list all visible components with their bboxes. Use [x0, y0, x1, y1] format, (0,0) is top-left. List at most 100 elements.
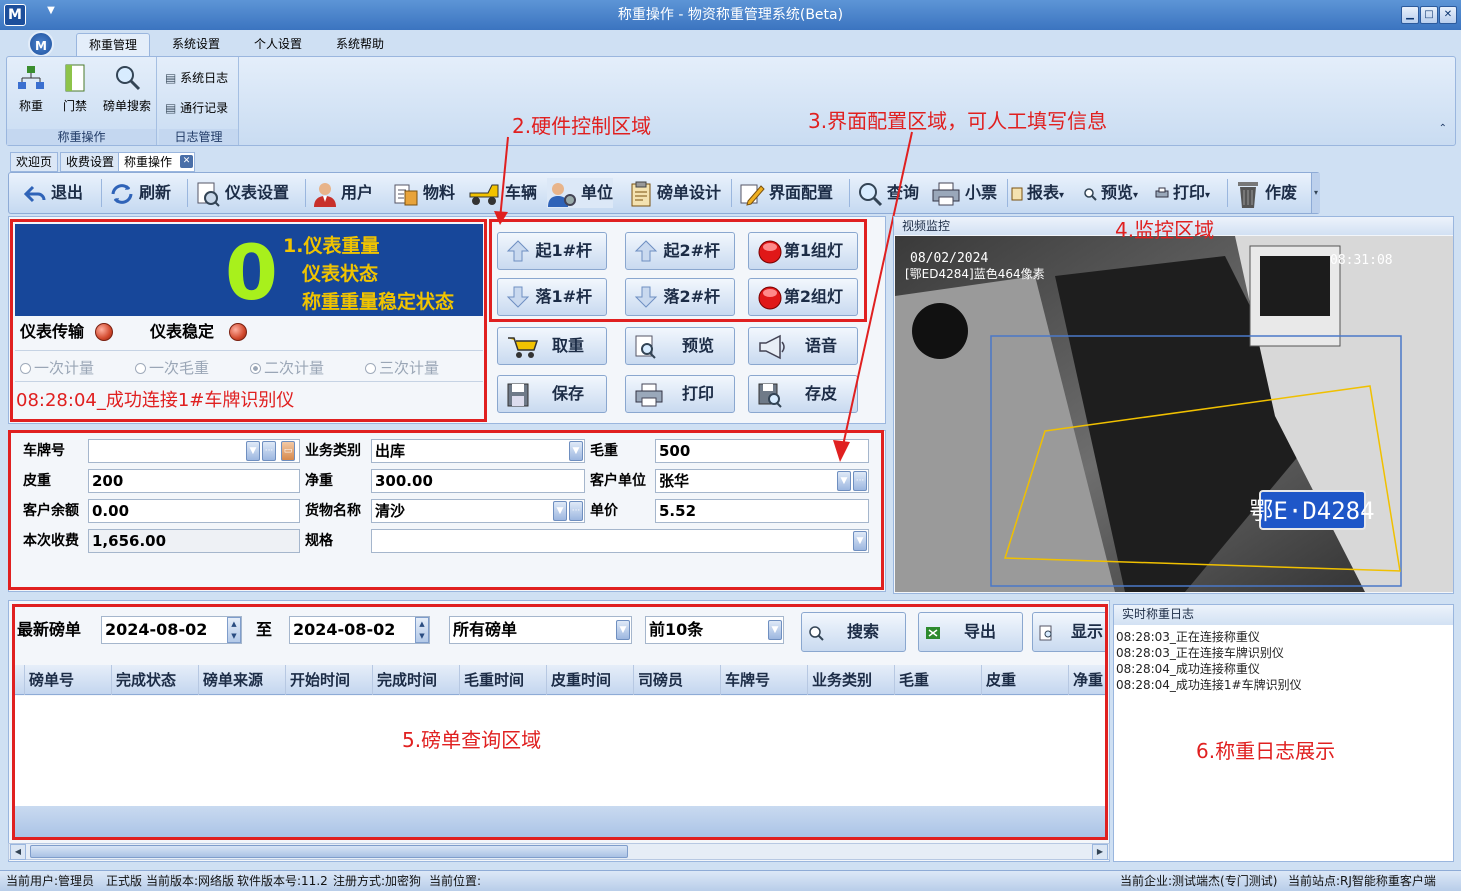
main-toolbar: 退出 刷新 仪表设置 用户 物料 车辆 单位 磅单设计 界面配置 查询 小票 报…: [8, 172, 1320, 214]
toolbar-material-button[interactable]: 物料: [393, 178, 455, 208]
col-operator[interactable]: 司磅员: [633, 665, 720, 695]
save-button[interactable]: 保存: [497, 375, 607, 413]
search-button[interactable]: 搜索: [801, 612, 906, 652]
ribbon-tab-system-help[interactable]: 系统帮助: [324, 33, 396, 57]
mode-once-gross[interactable]: 一次毛重: [135, 357, 209, 378]
date-from-input[interactable]: 2024-08-02: [101, 616, 242, 644]
close-button[interactable]: ✕: [1439, 6, 1457, 24]
col-business-type[interactable]: 业务类别: [807, 665, 894, 695]
goods-more-icon[interactable]: ···: [569, 501, 583, 521]
minimize-button[interactable]: ▁: [1401, 6, 1419, 24]
status-bar: 当前用户:管理员 正式版 当前版本:网络版 软件版本号:11.2 注册方式:加密…: [0, 870, 1461, 891]
plate-more-icon[interactable]: ···: [262, 441, 276, 461]
mode-twice[interactable]: 二次计量: [250, 357, 324, 378]
tab-close-icon[interactable]: ✕: [180, 155, 193, 168]
col-tare-time[interactable]: 皮重时间: [546, 665, 633, 695]
business-type-select[interactable]: 出库: [371, 439, 585, 463]
ticket-filter-dropdown-icon[interactable]: ▼: [616, 620, 630, 640]
goods-dropdown-icon[interactable]: ▼: [553, 501, 567, 521]
business-type-dropdown-icon[interactable]: ▼: [569, 441, 583, 461]
window-title: 称重操作 - 物资称重管理系统(Beta): [617, 7, 844, 23]
app-icon[interactable]: M: [4, 4, 26, 26]
excel-icon: [926, 627, 940, 639]
hardware-annotation-arrow-icon: [494, 136, 509, 225]
toolbar-report-button[interactable]: 报表▾: [1011, 178, 1064, 208]
spec-select[interactable]: [371, 529, 869, 553]
export-button[interactable]: 导出: [918, 612, 1023, 652]
col-gross[interactable]: 毛重: [894, 665, 981, 695]
ribbon-collapse-icon[interactable]: ⌃: [1439, 123, 1447, 134]
toolbar-print-button[interactable]: 打印▾: [1155, 178, 1210, 208]
ribbon-weigh-button[interactable]: 称重: [9, 61, 53, 119]
toolbar-overflow-icon[interactable]: ▾: [1311, 173, 1320, 213]
col-ticket-no[interactable]: 磅单号: [24, 665, 111, 695]
mode-thrice[interactable]: 三次计量: [365, 357, 439, 378]
preview-button[interactable]: 预览: [625, 327, 735, 365]
tare-weight-input[interactable]: 200: [88, 469, 300, 493]
raise-gate-1-button[interactable]: 起1#杆: [497, 232, 607, 270]
maximize-button[interactable]: □: [1420, 6, 1438, 24]
application-menu-orb[interactable]: M: [28, 31, 54, 57]
save-label: 保存: [551, 384, 584, 403]
ribbon-ticket-search-button[interactable]: 磅单搜索: [99, 61, 155, 119]
toolbar-user-button[interactable]: 用户: [313, 178, 373, 208]
col-plate[interactable]: 车牌号: [720, 665, 807, 695]
take-weight-button[interactable]: 取重: [497, 327, 607, 365]
col-finish-time[interactable]: 完成时间: [372, 665, 459, 695]
mode-once[interactable]: 一次计量: [20, 357, 94, 378]
toolbar-void-button[interactable]: 作废: [1235, 178, 1297, 208]
doc-tab-welcome[interactable]: 欢迎页: [10, 152, 59, 172]
net-weight-input[interactable]: 300.00: [371, 469, 585, 493]
access-record-item[interactable]: ▤ 通行记录: [165, 97, 228, 119]
show-button[interactable]: 显示: [1032, 612, 1108, 652]
toolbar-separator: [101, 179, 102, 207]
col-tare[interactable]: 皮重: [981, 665, 1068, 695]
meter-stable-label: 仪表稳定: [150, 322, 215, 341]
toolbar-preview-button[interactable]: 预览▾: [1083, 178, 1138, 208]
col-start-time[interactable]: 开始时间: [285, 665, 372, 695]
customer-more-icon[interactable]: ···: [853, 471, 867, 491]
scroll-right-icon[interactable]: ▶: [1092, 844, 1108, 860]
lower-gate-2-button[interactable]: 落2#杆: [625, 278, 735, 316]
system-log-item[interactable]: ▤ 系统日志: [165, 67, 228, 89]
ticket-filter-select[interactable]: 所有磅单: [449, 616, 632, 644]
toolbar-meter-settings-button[interactable]: 仪表设置: [195, 178, 289, 208]
count-filter-select[interactable]: 前10条: [645, 616, 784, 644]
toolbar-unit-button[interactable]: 单位: [547, 178, 614, 208]
toolbar-refresh-button[interactable]: 刷新: [109, 178, 171, 208]
ribbon-tab-weigh-management[interactable]: 称重管理: [76, 33, 151, 57]
doc-tab-fee-settings[interactable]: 收费设置: [60, 152, 121, 172]
col-source[interactable]: 磅单来源: [198, 665, 285, 695]
customer-balance-input[interactable]: 0.00: [88, 499, 300, 523]
col-gross-time[interactable]: 毛重时间: [459, 665, 546, 695]
quick-access-dropdown-icon[interactable]: ▼: [40, 5, 62, 23]
plate-camera-icon[interactable]: ▭: [281, 441, 295, 461]
print-button[interactable]: 打印: [625, 375, 735, 413]
toolbar-ui-config-button[interactable]: 界面配置: [739, 178, 833, 208]
col-net[interactable]: 净重: [1068, 665, 1106, 695]
toolbar-receipt-button[interactable]: 小票: [931, 178, 997, 208]
col-status[interactable]: 完成状态: [111, 665, 198, 695]
date-to-spinner-icon[interactable]: ▲ ▼: [415, 617, 429, 643]
toolbar-exit-button[interactable]: 退出: [23, 178, 83, 208]
ribbon-gate-button[interactable]: 门禁: [53, 61, 97, 119]
ribbon-tab-personal-settings[interactable]: 个人设置: [242, 33, 314, 57]
scroll-left-icon[interactable]: ◀: [10, 844, 26, 860]
current-fee-input[interactable]: 1,656.00: [88, 529, 300, 553]
latest-tickets-label: 最新磅单: [17, 620, 82, 639]
date-from-spinner-icon[interactable]: ▲ ▼: [227, 617, 241, 643]
scrollbar-thumb[interactable]: [30, 845, 628, 858]
toolbar-user-label: 用户: [341, 183, 374, 202]
customer-dropdown-icon[interactable]: ▼: [837, 471, 851, 491]
ribbon-panel: 称重 门禁 磅单搜索 称重操作 ▤ 系统日志 ▤ 通行记录 日志管理 ⌃: [6, 56, 1456, 146]
raise-gate-2-button[interactable]: 起2#杆: [625, 232, 735, 270]
plate-dropdown-icon[interactable]: ▼: [246, 441, 260, 461]
ribbon-tab-system-settings[interactable]: 系统设置: [160, 33, 232, 57]
lower-gate-1-button[interactable]: 落1#杆: [497, 278, 607, 316]
toolbar-ticket-design-button[interactable]: 磅单设计: [629, 178, 721, 208]
spec-dropdown-icon[interactable]: ▼: [853, 531, 867, 551]
count-filter-dropdown-icon[interactable]: ▼: [768, 620, 782, 640]
date-to-input[interactable]: 2024-08-02: [289, 616, 430, 644]
unit-price-input[interactable]: 5.52: [655, 499, 869, 523]
toolbar-print-label: 打印: [1173, 183, 1206, 202]
